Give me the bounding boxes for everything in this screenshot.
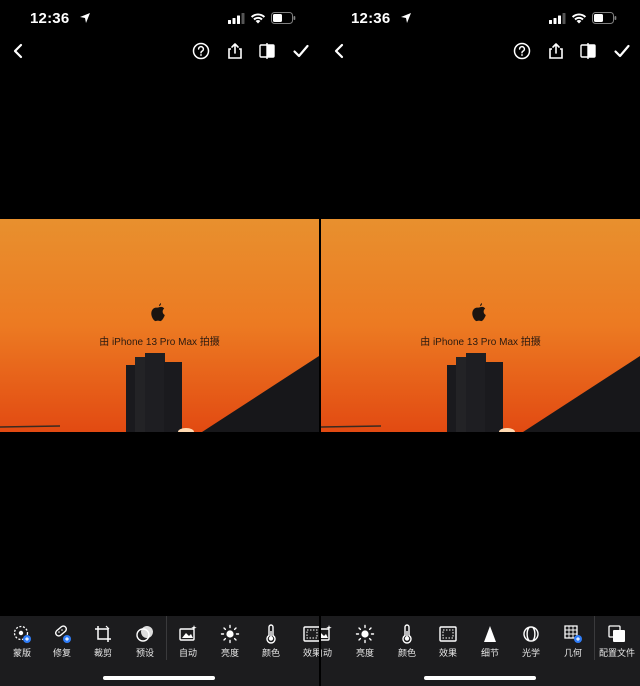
wifi-icon (571, 13, 587, 24)
crop-icon (95, 625, 111, 642)
presets-icon (136, 626, 153, 642)
tool-color[interactable]: 颜色 (251, 622, 291, 662)
checkmark-icon (614, 44, 630, 58)
tool-healing[interactable]: 修复 (42, 622, 82, 662)
share-button[interactable] (546, 41, 566, 61)
tool-effects[interactable]: 效果 (292, 622, 319, 662)
cellular-signal-icon (549, 13, 566, 24)
checkmark-icon (293, 44, 309, 58)
status-bar: 12:36 (321, 0, 640, 38)
tool-profile[interactable]: 配置文件 (597, 622, 637, 662)
photo-preview[interactable]: 由 iPhone 13 Pro Max 拍摄 (0, 219, 319, 432)
home-indicator (424, 676, 536, 680)
tool-auto[interactable]: 自动 (168, 622, 208, 662)
location-arrow-icon (401, 13, 411, 23)
apple-logo-icon (151, 303, 165, 322)
battery-icon (271, 12, 296, 24)
location-arrow-icon (80, 13, 90, 23)
status-bar: 12:36 (0, 0, 319, 38)
photo-caption: 由 iPhone 13 Pro Max 拍摄 (99, 337, 220, 348)
home-indicator (103, 676, 215, 680)
wifi-icon (250, 13, 266, 24)
effects-icon (439, 626, 457, 642)
help-button[interactable] (191, 41, 211, 61)
tool-geometry[interactable]: 几何 (553, 622, 593, 662)
chevron-left-icon (13, 43, 23, 59)
status-time: 12:36 (351, 10, 391, 27)
mask-icon (13, 625, 31, 643)
screen-right: 12:36 由 iPhone 13 Pro Max 拍摄 动 亮度 颜色 效果 … (321, 0, 640, 686)
back-button[interactable] (329, 41, 349, 61)
detail-triangle-icon (484, 626, 496, 642)
compare-icon (259, 43, 275, 59)
share-icon (549, 43, 563, 59)
tool-presets[interactable]: 预设 (125, 622, 165, 662)
help-button[interactable] (512, 41, 532, 61)
top-toolbar (0, 38, 319, 64)
sunset-photo (321, 219, 640, 432)
effects-icon (303, 626, 319, 642)
brightness-icon (220, 624, 240, 644)
auto-icon (321, 625, 332, 641)
chevron-left-icon (334, 43, 344, 59)
tool-detail[interactable]: 细节 (470, 622, 510, 662)
tool-label: 效果 (302, 648, 319, 658)
geometry-icon (564, 625, 582, 643)
compare-button[interactable] (578, 41, 598, 61)
back-button[interactable] (8, 41, 28, 61)
help-icon (192, 42, 210, 60)
brightness-icon (355, 624, 375, 644)
healing-icon (55, 625, 71, 643)
tool-optics[interactable]: 光学 (511, 622, 551, 662)
share-button[interactable] (225, 41, 245, 61)
status-time: 12:36 (30, 10, 70, 27)
lens-icon (523, 626, 539, 642)
thermometer-icon (402, 624, 412, 644)
screen-left: 12:36 由 iPhone 13 Pro Max 拍摄 蒙版 修复 裁剪 预设… (0, 0, 319, 686)
tool-brightness[interactable]: 亮度 (210, 622, 250, 662)
battery-icon (592, 12, 617, 24)
tool-label: 配置文件 (598, 648, 635, 658)
done-button[interactable] (612, 41, 632, 61)
done-button[interactable] (291, 41, 311, 61)
compare-icon (580, 43, 596, 59)
tool-effects[interactable]: 效果 (428, 622, 468, 662)
cellular-signal-icon (228, 13, 245, 24)
tool-crop[interactable]: 裁剪 (83, 622, 123, 662)
profile-stack-icon (608, 625, 625, 642)
compare-button[interactable] (257, 41, 277, 61)
share-icon (228, 43, 242, 59)
tool-color[interactable]: 颜色 (387, 622, 427, 662)
tool-brightness[interactable]: 亮度 (345, 622, 385, 662)
photo-caption: 由 iPhone 13 Pro Max 拍摄 (420, 337, 541, 348)
thermometer-icon (266, 624, 276, 644)
auto-icon (179, 625, 197, 641)
sunset-photo (0, 219, 319, 432)
apple-logo-icon (472, 303, 486, 322)
top-toolbar (321, 38, 640, 64)
photo-preview[interactable]: 由 iPhone 13 Pro Max 拍摄 (321, 219, 640, 432)
help-icon (513, 42, 531, 60)
